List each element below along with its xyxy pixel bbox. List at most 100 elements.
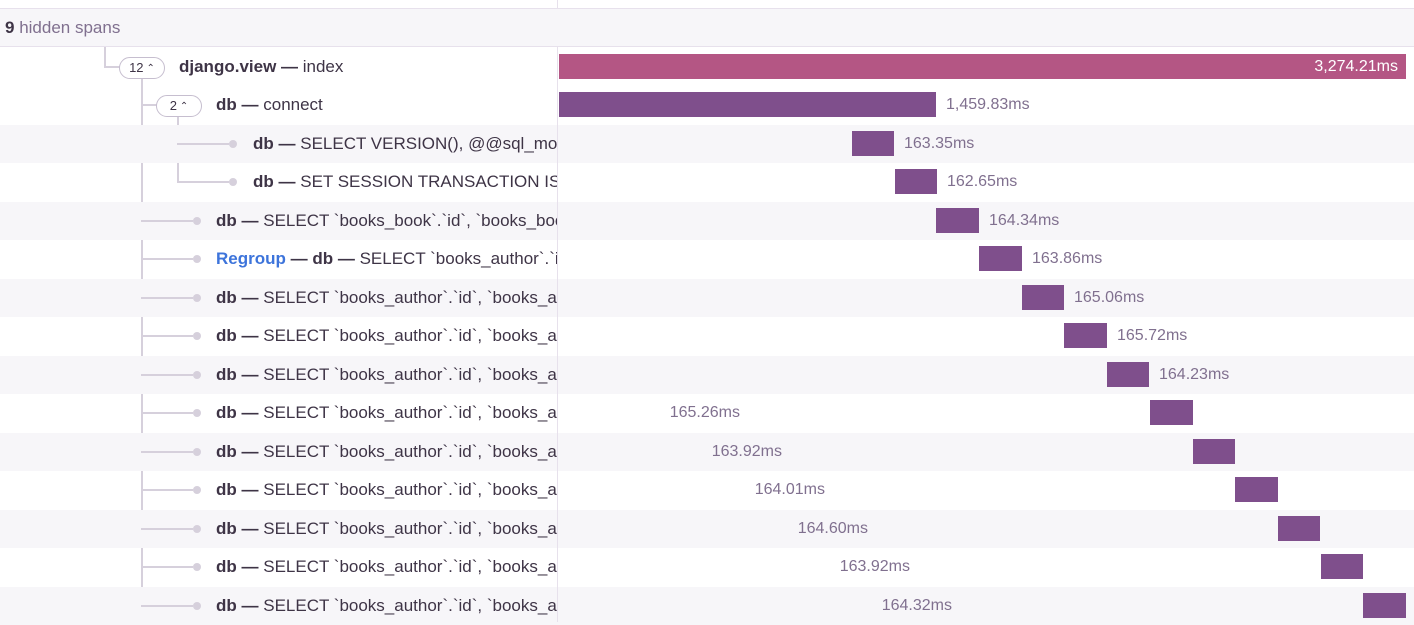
span-op: db <box>216 95 237 114</box>
span-duration: 163.35ms <box>904 125 974 164</box>
span-duration: 164.32ms <box>882 587 952 625</box>
span-duration-bar[interactable] <box>1363 593 1406 618</box>
span-duration: 164.23ms <box>1159 356 1229 395</box>
span-row[interactable]: db — SELECT `books_author`.`id`, `books_… <box>0 510 1414 549</box>
span-node-dot <box>193 371 201 379</box>
span-desc: SELECT VERSION(), @@sql_mode <box>300 134 557 153</box>
span-row[interactable]: db — SELECT `books_author`.`id`, `books_… <box>0 433 1414 472</box>
tree-connector <box>177 143 229 145</box>
collapse-children-toggle[interactable]: 2⌃ <box>156 95 202 117</box>
span-row[interactable]: db — SELECT `books_author`.`id`, `books_… <box>0 279 1414 318</box>
span-duration-bar[interactable] <box>936 208 979 233</box>
span-sep: — <box>237 326 263 345</box>
span-duration-bar[interactable] <box>559 92 936 117</box>
span-sep: — <box>237 95 263 114</box>
span-duration: 165.26ms <box>670 394 740 433</box>
span-desc: SELECT `books_book`.`id`, `books_book`.`… <box>263 211 557 230</box>
span-sep: — <box>237 480 263 499</box>
span-node-dot <box>193 255 201 263</box>
span-row[interactable]: Regroup — db — SELECT `books_author`.`id… <box>0 240 1414 279</box>
span-title: db — SELECT `books_author`.`id`, `books_… <box>216 510 557 549</box>
span-sep: — <box>237 442 263 461</box>
span-duration-bar[interactable] <box>1150 400 1193 425</box>
span-sep: — <box>237 365 263 384</box>
tree-connector <box>141 335 193 337</box>
collapse-children-toggle[interactable]: 12⌃ <box>119 57 165 79</box>
span-sep: — <box>237 211 263 230</box>
span-duration-bar[interactable] <box>1064 323 1107 348</box>
span-title: db — SELECT `books_author`.`id`, `books_… <box>216 548 557 587</box>
span-duration: 164.01ms <box>755 471 825 510</box>
span-duration: 164.34ms <box>989 202 1059 241</box>
span-duration-bar[interactable] <box>895 169 937 194</box>
tree-connector <box>141 566 193 568</box>
span-row[interactable]: db — SELECT VERSION(), @@sql_mode 163.35… <box>0 125 1414 164</box>
hidden-spans-label: hidden spans <box>19 18 120 37</box>
column-divider[interactable] <box>557 47 558 622</box>
span-title: db — SELECT `books_author`.`id`, `books_… <box>216 433 557 472</box>
span-title: db — SELECT `books_author`.`id`, `books_… <box>216 356 557 395</box>
span-row[interactable]: db — SELECT `books_author`.`id`, `books_… <box>0 394 1414 433</box>
span-row[interactable]: db — SELECT `books_author`.`id`, `books_… <box>0 317 1414 356</box>
regroup-link[interactable]: Regroup <box>216 249 286 268</box>
hidden-spans-toggle[interactable]: 9 hidden spans <box>0 9 1414 47</box>
span-row[interactable]: db — SELECT `books_author`.`id`, `books_… <box>0 356 1414 395</box>
span-op: db <box>216 211 237 230</box>
span-sep: — <box>237 557 263 576</box>
children-count: 2 <box>170 98 177 113</box>
span-duration-bar[interactable] <box>559 54 1406 79</box>
span-duration-bar[interactable] <box>1107 362 1149 387</box>
span-op: db <box>216 557 237 576</box>
span-title: Regroup — db — SELECT `books_author`.`id… <box>216 240 557 279</box>
span-op: db <box>216 403 237 422</box>
span-duration-bar[interactable] <box>1193 439 1235 464</box>
span-duration-bar[interactable] <box>979 246 1022 271</box>
tree-connector <box>141 489 193 491</box>
tree-connector <box>141 528 193 530</box>
span-duration-bar[interactable] <box>1235 477 1278 502</box>
span-duration-bar[interactable] <box>1022 285 1064 310</box>
span-title: db — SELECT `books_author`.`id`, `books_… <box>216 394 557 433</box>
span-node-dot <box>193 294 201 302</box>
span-desc: SELECT `books_author`.`id`, `books_autho… <box>263 365 557 384</box>
span-duration-bar[interactable] <box>1278 516 1320 541</box>
span-desc: connect <box>263 95 323 114</box>
span-sep: — <box>237 596 263 615</box>
span-desc: SELECT `books_author`.`id`, `books_autho… <box>263 442 557 461</box>
span-node-dot <box>193 217 201 225</box>
span-desc: SELECT `books_author`.`id`, `books_autho… <box>263 519 557 538</box>
span-row-connect[interactable]: 2⌃ db — connect 1,459.83ms <box>0 86 1414 125</box>
span-node-dot <box>229 178 237 186</box>
span-desc: SELECT `books_author`.`id`, `books_autho… <box>263 403 557 422</box>
span-op: db <box>216 326 237 345</box>
span-desc: SELECT `books_author`.`id`, `books_autho… <box>263 326 557 345</box>
span-title: db — SELECT `books_book`.`id`, `books_bo… <box>216 202 557 241</box>
span-duration-bar[interactable] <box>852 131 894 156</box>
span-node-dot <box>193 486 201 494</box>
span-row-root[interactable]: 12⌃ django.view — index 3,274.21ms <box>0 48 1414 87</box>
span-duration: 162.65ms <box>947 163 1017 202</box>
span-op: db <box>216 480 237 499</box>
span-sep: — <box>286 249 312 268</box>
span-duration: 3,274.21ms <box>1314 48 1398 87</box>
span-row[interactable]: db — SELECT `books_author`.`id`, `books_… <box>0 471 1414 510</box>
span-op: db <box>216 519 237 538</box>
span-row[interactable]: db — SET SESSION TRANSACTION ISOLATION L… <box>0 163 1414 202</box>
span-row[interactable]: db — SELECT `books_book`.`id`, `books_bo… <box>0 202 1414 241</box>
span-sep: — <box>276 57 302 76</box>
span-node-dot <box>193 602 201 610</box>
span-row[interactable]: db — SELECT `books_author`.`id`, `books_… <box>0 587 1414 625</box>
span-sep: — <box>274 134 300 153</box>
children-count: 12 <box>129 60 143 75</box>
span-desc: SELECT `books_author`.`id`, `books_autho… <box>263 596 557 615</box>
span-desc: index <box>303 57 344 76</box>
tree-connector <box>141 412 193 414</box>
span-row[interactable]: db — SELECT `books_author`.`id`, `books_… <box>0 548 1414 587</box>
span-duration-bar[interactable] <box>1321 554 1363 579</box>
span-title: db — connect <box>216 86 323 125</box>
span-desc: SELECT `books_author`.`id`, `books_autho… <box>263 557 557 576</box>
span-sep: — <box>237 519 263 538</box>
span-node-dot <box>193 448 201 456</box>
span-duration: 164.60ms <box>798 510 868 549</box>
tree-connector <box>141 374 193 376</box>
